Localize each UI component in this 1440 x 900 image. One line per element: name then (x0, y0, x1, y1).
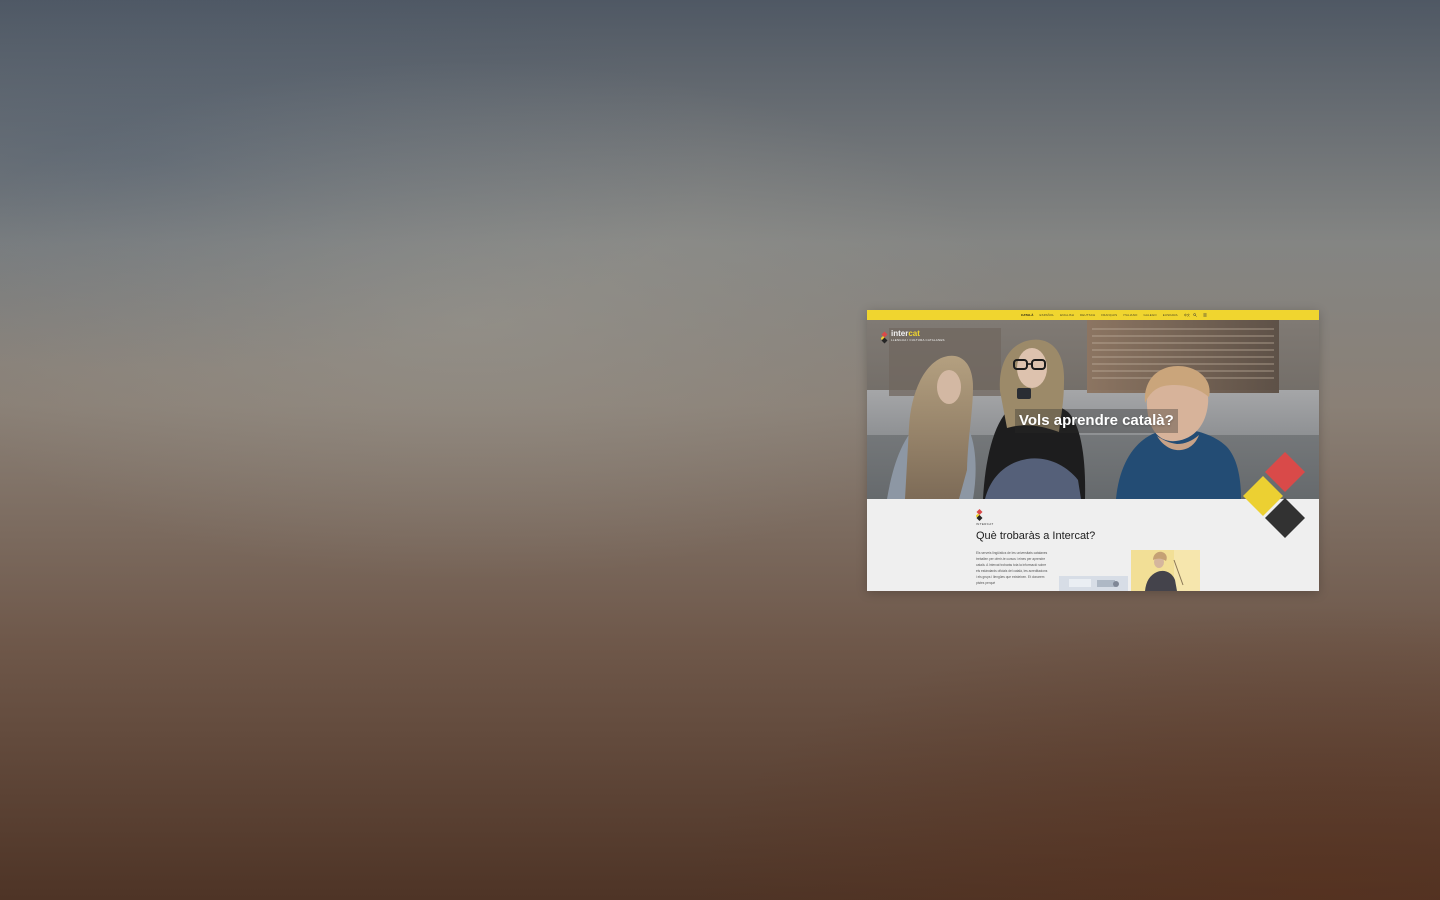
language-bar: CATALÀ ESPAÑOL ENGLISH DEUTSCH FRANÇAIS … (867, 310, 1319, 320)
logo-prefix: inter (891, 329, 909, 338)
menu-icon[interactable] (1203, 313, 1207, 317)
language-nav: CATALÀ ESPAÑOL ENGLISH DEUTSCH FRANÇAIS … (1021, 310, 1190, 320)
language-link-deutsch[interactable]: DEUTSCH (1080, 313, 1095, 317)
section-kicker: INTERCAT (976, 522, 994, 526)
language-link-italiano[interactable]: ITALIANO (1123, 313, 1137, 317)
search-icon[interactable] (1193, 313, 1197, 317)
logo-diamond-icon (881, 331, 888, 344)
hero-heading: Vols aprendre català? (1015, 409, 1178, 433)
section-body: Els serveis lingüístics de les universit… (976, 551, 1048, 585)
section-title: Què trobaràs a Intercat? (976, 530, 1096, 542)
lecture-thumbnail (1059, 576, 1128, 591)
language-link-galego[interactable]: GALEGO (1143, 313, 1156, 317)
logo-subtitle: LLENGUA I CULTURA CATALANES (891, 338, 945, 342)
section-diamond-icon (976, 509, 983, 521)
website-preview[interactable]: CATALÀ ESPAÑOL ENGLISH DEUTSCH FRANÇAIS … (867, 310, 1319, 591)
language-link-francais[interactable]: FRANÇAIS (1101, 313, 1117, 317)
language-link-catala[interactable]: CATALÀ (1021, 313, 1034, 317)
logo-wordmark: intercat (891, 330, 920, 338)
language-link-chinese[interactable]: 中文 (1184, 313, 1190, 317)
logo-highlight: cat (908, 329, 920, 338)
language-link-english[interactable]: ENGLISH (1060, 313, 1074, 317)
intercat-logo[interactable]: intercat LLENGUA I CULTURA CATALANES (881, 330, 951, 346)
language-link-espanol[interactable]: ESPAÑOL (1040, 313, 1055, 317)
speaker-thumbnail (1131, 550, 1200, 591)
language-link-euskara[interactable]: EUSKARA (1163, 313, 1178, 317)
decorative-diamonds (1243, 452, 1305, 538)
